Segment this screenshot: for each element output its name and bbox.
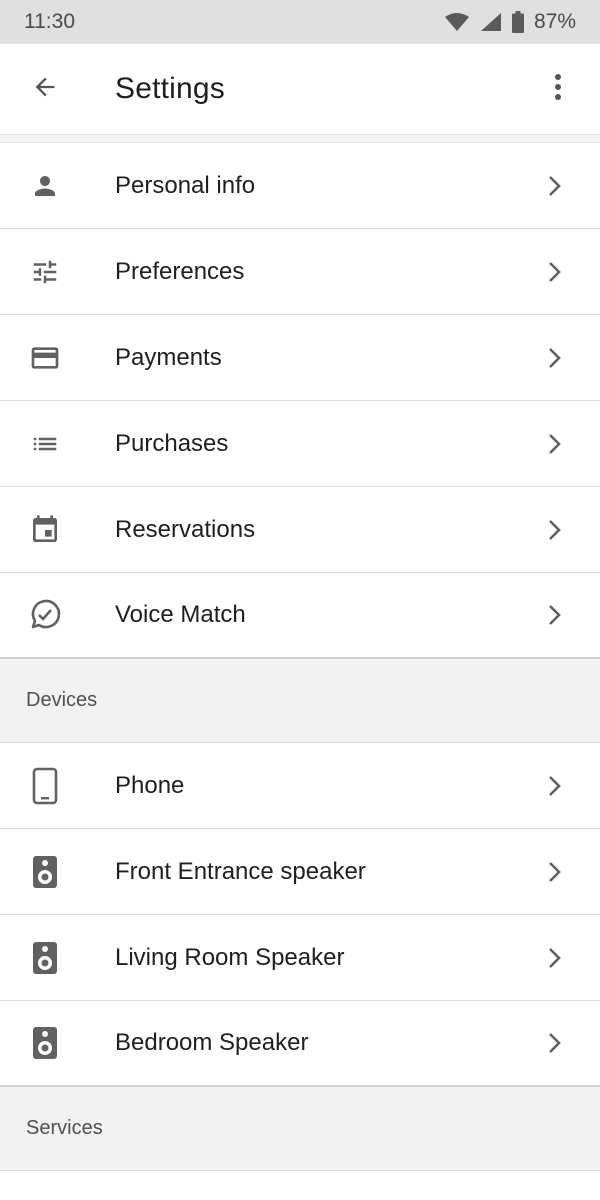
status-icons: 87% bbox=[444, 10, 576, 34]
account-list: Personal info Preferences Payments Purch… bbox=[0, 143, 600, 659]
list-item-living-room-speaker[interactable]: Living Room Speaker bbox=[0, 915, 600, 1001]
list-item-voice-match[interactable]: Voice Match bbox=[0, 573, 600, 659]
chevron-right-icon bbox=[540, 1032, 570, 1054]
list-item-label: Front Entrance speaker bbox=[115, 857, 366, 885]
phone-icon bbox=[0, 767, 90, 805]
cell-signal-icon bbox=[480, 12, 502, 32]
battery-icon bbox=[511, 11, 524, 33]
list-item-reservations[interactable]: Reservations bbox=[0, 487, 600, 573]
status-time: 11:30 bbox=[24, 10, 75, 33]
credit-card-icon bbox=[0, 342, 90, 374]
app-bar: Settings bbox=[0, 44, 600, 135]
chevron-right-icon bbox=[540, 261, 570, 283]
wifi-icon bbox=[444, 12, 470, 32]
chevron-right-icon bbox=[540, 175, 570, 197]
speaker-icon bbox=[0, 941, 90, 975]
battery-percent: 87% bbox=[533, 10, 576, 33]
status-bar: 11:30 87% bbox=[0, 0, 600, 44]
list-item-payments[interactable]: Payments bbox=[0, 315, 600, 401]
chevron-right-icon bbox=[540, 861, 570, 883]
voice-match-icon bbox=[0, 597, 90, 633]
chevron-right-icon bbox=[540, 433, 570, 455]
list-icon bbox=[0, 429, 90, 459]
list-item-label: Phone bbox=[115, 771, 185, 799]
list-item-label: Voice Match bbox=[115, 601, 246, 628]
chevron-right-icon bbox=[540, 947, 570, 969]
app-bar-shadow bbox=[0, 135, 600, 143]
list-item-bedroom-speaker[interactable]: Bedroom Speaker bbox=[0, 1001, 600, 1087]
chevron-right-icon bbox=[540, 347, 570, 369]
calendar-icon bbox=[0, 514, 90, 546]
overflow-menu-button[interactable] bbox=[534, 65, 582, 113]
list-item-purchases[interactable]: Purchases bbox=[0, 401, 600, 487]
list-item-label: Living Room Speaker bbox=[115, 943, 345, 971]
list-item-label: Purchases bbox=[115, 429, 229, 457]
list-item-label: Reservations bbox=[115, 515, 256, 543]
devices-list: Phone Front Entrance speaker Living Room… bbox=[0, 743, 600, 1087]
list-item-phone[interactable]: Phone bbox=[0, 743, 600, 829]
person-icon bbox=[0, 171, 90, 201]
chevron-right-icon bbox=[540, 604, 570, 626]
list-item-label: Preferences bbox=[115, 257, 245, 285]
list-item-front-entrance-speaker[interactable]: Front Entrance speaker bbox=[0, 829, 600, 915]
chevron-right-icon bbox=[540, 519, 570, 541]
arrow-back-icon bbox=[31, 73, 59, 106]
list-item-label: Payments bbox=[115, 343, 222, 371]
section-header-services: Services bbox=[0, 1087, 600, 1171]
section-header-devices: Devices bbox=[0, 659, 600, 743]
list-item-personal-info[interactable]: Personal info bbox=[0, 143, 600, 229]
tune-icon bbox=[0, 257, 90, 287]
chevron-right-icon bbox=[540, 775, 570, 797]
speaker-icon bbox=[0, 855, 90, 889]
speaker-icon bbox=[0, 1026, 90, 1060]
list-item-label: Bedroom Speaker bbox=[115, 1029, 309, 1056]
more-vert-icon bbox=[554, 73, 562, 106]
back-button[interactable] bbox=[0, 44, 90, 134]
list-item-preferences[interactable]: Preferences bbox=[0, 229, 600, 315]
page-title: Settings bbox=[115, 72, 225, 105]
list-item-label: Personal info bbox=[115, 171, 256, 199]
